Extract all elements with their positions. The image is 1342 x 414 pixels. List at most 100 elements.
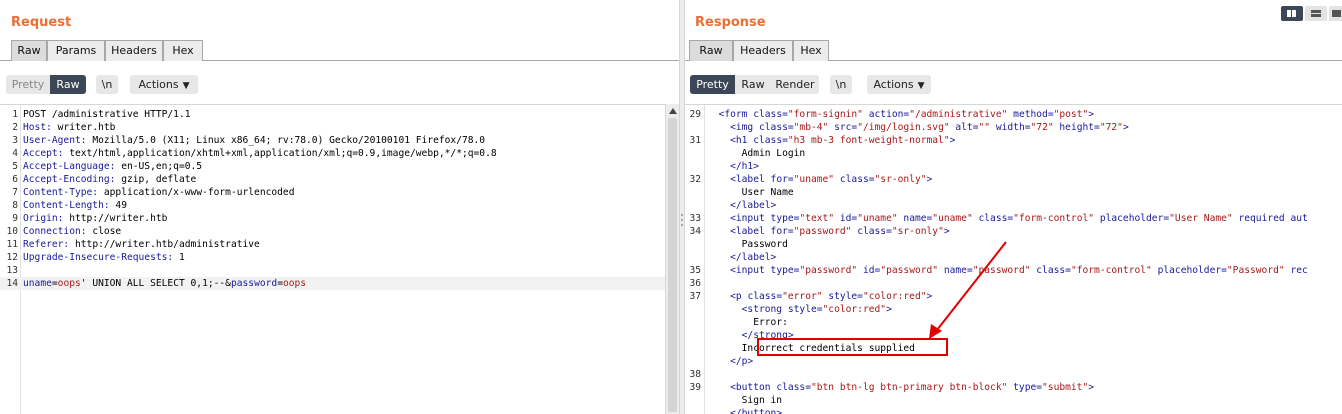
line-number: 3 [12, 135, 18, 146]
actions-button[interactable]: Actions ▼ [867, 75, 931, 94]
line-number: 29 [689, 109, 701, 120]
request-line: 1 POST /administrative HTTP/1.1 [0, 108, 679, 121]
tab-headers[interactable]: Headers [733, 40, 793, 61]
code-token: > [1088, 109, 1095, 120]
tab-raw[interactable]: Raw [11, 40, 47, 61]
code-token: "uname" [932, 213, 973, 224]
header-name: Accept: [23, 148, 64, 159]
code-token: > [926, 174, 933, 185]
response-line: Password [685, 238, 1342, 251]
code-token: style= [787, 304, 823, 315]
scrollbar-thumb[interactable] [668, 118, 677, 412]
request-line: 10 Connection: close [0, 225, 679, 238]
code-token: class= [753, 135, 788, 146]
tab-hex[interactable]: Hex [793, 40, 829, 61]
response-line: 34 <label for="password" class="sr-only"… [685, 225, 1342, 238]
splitter-grip-dot [681, 224, 683, 226]
header-value: Mozilla/5.0 (X11; Linux x86_64; rv:78.0)… [86, 135, 486, 146]
line-number: 35 [689, 265, 701, 276]
newline-toggle-button[interactable]: \n [96, 75, 118, 94]
line-number: 34 [689, 226, 701, 237]
tab-hex[interactable]: Hex [163, 40, 203, 61]
line-content: User Name [707, 186, 794, 199]
response-title: Response [695, 15, 766, 30]
code-token: Admin Login [741, 148, 806, 159]
header-name: Content-Length: [23, 200, 110, 211]
code-token: > [949, 135, 956, 146]
code-token: alt= [949, 122, 979, 133]
line-number: 8 [12, 200, 18, 211]
request-editor[interactable]: 1 POST /administrative HTTP/1.1 2 Host: wri… [0, 104, 679, 414]
line-content: </h1> [707, 160, 759, 173]
code-token: class= [851, 226, 892, 237]
line-content: Accept: text/html,application/xhtml+xml,… [23, 147, 497, 160]
line-number: 33 [689, 213, 701, 224]
code-token: <label [730, 226, 771, 237]
code-token: class= [753, 109, 788, 120]
line-content: User-Agent: Mozilla/5.0 (X11; Linux x86_… [23, 134, 485, 147]
header-name: Accept-Language: [23, 161, 116, 172]
raw-button[interactable]: Raw [735, 75, 771, 94]
single-layout-button[interactable] [1329, 6, 1342, 21]
code-token: "72" [1030, 122, 1054, 133]
response-editor[interactable]: 29 <form class="form-signin" action="/ad… [685, 104, 1342, 414]
request-line: 8 Content-Length: 49 [0, 199, 679, 212]
code-token: name= [897, 213, 933, 224]
code-token: <img [730, 122, 759, 133]
code-token: class= [747, 291, 783, 302]
rows-icon [1311, 10, 1321, 17]
line-content: Accept-Encoding: gzip, deflate [23, 173, 196, 186]
scroll-up-arrow-icon[interactable] [669, 108, 677, 114]
code-token: "form-control" [1070, 265, 1152, 276]
header-name: Origin: [23, 213, 64, 224]
response-line: <img class="mb-4" src="/img/login.svg" a… [685, 121, 1342, 134]
line-content: POST /administrative HTTP/1.1 [23, 108, 191, 121]
actions-button[interactable]: Actions ▼ [130, 75, 198, 94]
code-token: "color:red" [822, 304, 887, 315]
code-token: <strong [741, 304, 788, 315]
line-content: uname=oops' UNION ALL SELECT 0,1;--&pass… [23, 277, 306, 290]
newline-toggle-button[interactable]: \n [830, 75, 852, 94]
response-line: </p> [685, 355, 1342, 368]
response-line: </h1> [685, 160, 1342, 173]
splitter-grip-dot [681, 219, 683, 221]
code-token: User Name [741, 187, 794, 198]
line-number: 36 [689, 278, 701, 289]
request-title: Request [11, 15, 72, 30]
line-number: 6 [12, 174, 18, 185]
code-token: class= [1030, 265, 1071, 276]
code-token: method= [1007, 109, 1054, 120]
response-line: 32 <label for="uname" class="sr-only"> [685, 173, 1342, 186]
code-token: "sr-only" [891, 226, 944, 237]
code-token: <input [730, 265, 771, 276]
code-token: "/img/login.svg" [857, 122, 950, 133]
line-number: 31 [689, 135, 701, 146]
response-line: 38 [685, 368, 1342, 381]
tab-params[interactable]: Params [47, 40, 105, 61]
line-number: 11 [6, 239, 18, 250]
pretty-button[interactable]: Pretty [690, 75, 735, 94]
code-token: "password" [799, 265, 858, 276]
tab-headers[interactable]: Headers [105, 40, 163, 61]
request-scrollbar[interactable] [665, 104, 679, 414]
header-value: gzip, deflate [115, 174, 197, 185]
pretty-button[interactable]: Pretty [6, 75, 50, 94]
code-token: class= [759, 122, 794, 133]
render-button[interactable]: Render [771, 75, 819, 94]
side-by-side-layout-button[interactable] [1281, 6, 1303, 21]
line-content: <h1 class="h3 mb-3 font-weight-normal"> [707, 134, 955, 147]
tab-raw[interactable]: Raw [689, 40, 733, 61]
chevron-down-icon: ▼ [917, 81, 925, 91]
code-token: Password [741, 239, 788, 250]
stacked-layout-button[interactable] [1305, 6, 1327, 21]
body-param-v1: oops [57, 278, 81, 289]
raw-button[interactable]: Raw [50, 75, 86, 94]
